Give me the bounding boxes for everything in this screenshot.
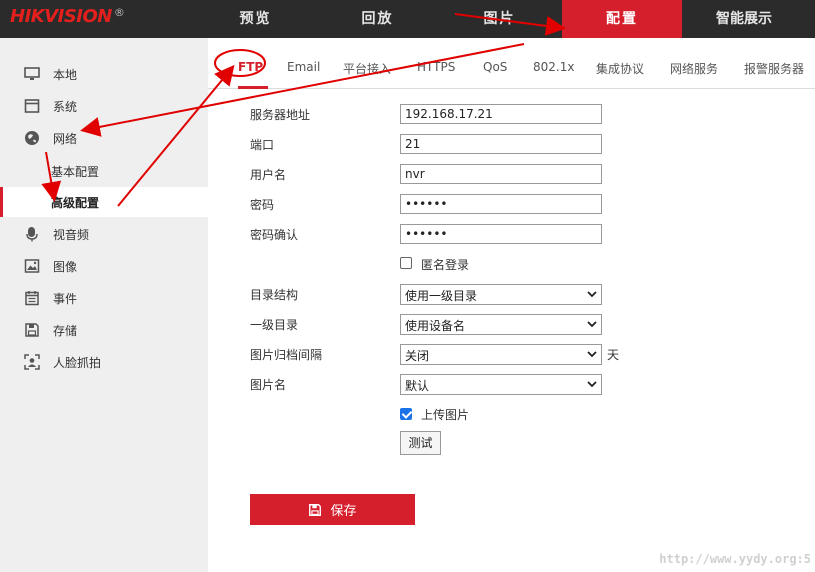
sidebar-item-label: 存储 <box>53 323 78 338</box>
sidebar-item-label: 图像 <box>53 259 78 274</box>
image-icon <box>24 259 40 273</box>
monitor-icon <box>24 67 40 80</box>
archive-interval-select[interactable]: 关闭 <box>400 344 602 365</box>
chevron-down-icon <box>587 381 597 388</box>
system-window-icon <box>24 99 40 113</box>
top-nav-smart-display[interactable]: 智能展示 <box>700 0 788 38</box>
top-nav-picture[interactable]: 图片 <box>452 0 547 38</box>
username-input[interactable] <box>400 164 602 184</box>
save-disk-icon <box>25 323 39 337</box>
directory-structure-select[interactable]: 使用一级目录 <box>400 284 602 305</box>
sidebar-item-advanced-config[interactable]: 高级配置 <box>0 187 208 217</box>
picture-name-value: 默认 <box>405 379 430 393</box>
directory-structure-value: 使用一级目录 <box>405 289 478 303</box>
chevron-down-icon <box>587 291 597 298</box>
server-address-input[interactable] <box>400 104 602 124</box>
tab-platform-access[interactable]: 平台接入 <box>343 60 391 77</box>
sidebar-item-system[interactable]: 系统 <box>0 91 208 121</box>
upload-picture-label: 上传图片 <box>421 408 470 422</box>
archive-interval-value: 关闭 <box>405 349 430 363</box>
top-nav-playback[interactable]: 回放 <box>330 0 425 38</box>
parent-directory-label: 一级目录 <box>250 318 299 332</box>
face-capture-icon <box>24 354 40 370</box>
save-disk-icon <box>309 503 322 516</box>
sidebar-item-label: 基本配置 <box>51 164 100 179</box>
sidebar-item-label: 高级配置 <box>51 195 100 210</box>
sidebar-item-label: 视音频 <box>53 227 90 242</box>
top-nav-configuration[interactable]: 配置 <box>562 0 682 38</box>
upload-picture-checkbox[interactable] <box>400 408 412 420</box>
config-tabs: FTP Email 平台接入 HTTPS QoS 802.1x 集成协议 网络服… <box>208 38 815 89</box>
port-label: 端口 <box>250 138 275 152</box>
tab-network-service[interactable]: 网络服务 <box>670 60 718 77</box>
picture-name-label: 图片名 <box>250 378 287 392</box>
top-nav-preview[interactable]: 预览 <box>208 0 303 38</box>
tab-https[interactable]: HTTPS <box>417 60 455 74</box>
tab-qos[interactable]: QoS <box>483 60 507 74</box>
hikvision-logo: HIKVISION ® <box>10 6 125 27</box>
password-label: 密码 <box>250 198 275 212</box>
server-address-label: 服务器地址 <box>250 108 311 122</box>
chevron-down-icon <box>587 321 597 328</box>
picture-name-select[interactable]: 默认 <box>400 374 602 395</box>
sidebar-item-label: 事件 <box>53 291 78 306</box>
tab-integration-protocol[interactable]: 集成协议 <box>596 60 644 77</box>
test-button[interactable]: 测试 <box>400 431 441 455</box>
sidebar-item-storage[interactable]: 存储 <box>0 315 208 345</box>
parent-directory-select[interactable]: 使用设备名 <box>400 314 602 335</box>
sidebar-item-image[interactable]: 图像 <box>0 251 208 281</box>
anonymous-login-label: 匿名登录 <box>421 258 470 272</box>
sidebar-item-local[interactable]: 本地 <box>0 59 208 89</box>
watermark: http://www.yydy.org:5 <box>659 552 811 566</box>
directory-structure-label: 目录结构 <box>250 288 299 302</box>
calendar-icon <box>25 291 39 306</box>
password-confirm-input[interactable] <box>400 224 602 244</box>
archive-interval-unit: 天 <box>607 348 620 362</box>
port-input[interactable] <box>400 134 602 154</box>
sidebar-item-event[interactable]: 事件 <box>0 283 208 313</box>
microphone-icon <box>26 227 38 242</box>
password-input[interactable] <box>400 194 602 214</box>
globe-icon <box>25 131 39 145</box>
password-confirm-label: 密码确认 <box>250 228 299 242</box>
top-bar: HIKVISION ® 预览 回放 图片 配置 智能展示 <box>0 0 815 38</box>
tab-alarm-server[interactable]: 报警服务器 <box>744 60 804 77</box>
sidebar-item-network[interactable]: 网络 <box>0 123 208 153</box>
tab-8021x[interactable]: 802.1x <box>533 60 574 74</box>
sidebar-item-face-capture[interactable]: 人脸抓拍 <box>0 347 208 377</box>
sidebar-item-label: 网络 <box>53 131 78 146</box>
tab-ftp[interactable]: FTP <box>238 60 263 74</box>
parent-directory-value: 使用设备名 <box>405 319 466 333</box>
save-button[interactable]: 保存 <box>250 494 415 525</box>
anonymous-login-checkbox[interactable] <box>400 257 412 269</box>
tab-email[interactable]: Email <box>287 60 320 74</box>
sidebar-item-label: 本地 <box>53 67 78 82</box>
sidebar-item-label: 系统 <box>53 99 78 114</box>
chevron-down-icon <box>587 351 597 358</box>
username-label: 用户名 <box>250 168 287 182</box>
archive-interval-label: 图片归档间隔 <box>250 348 323 362</box>
sidebar-item-basic-config[interactable]: 基本配置 <box>0 156 208 186</box>
save-button-label: 保存 <box>330 504 357 519</box>
sidebar-item-label: 人脸抓拍 <box>53 355 102 370</box>
active-tab-indicator <box>238 86 268 89</box>
sidebar-item-video-audio[interactable]: 视音频 <box>0 219 208 249</box>
